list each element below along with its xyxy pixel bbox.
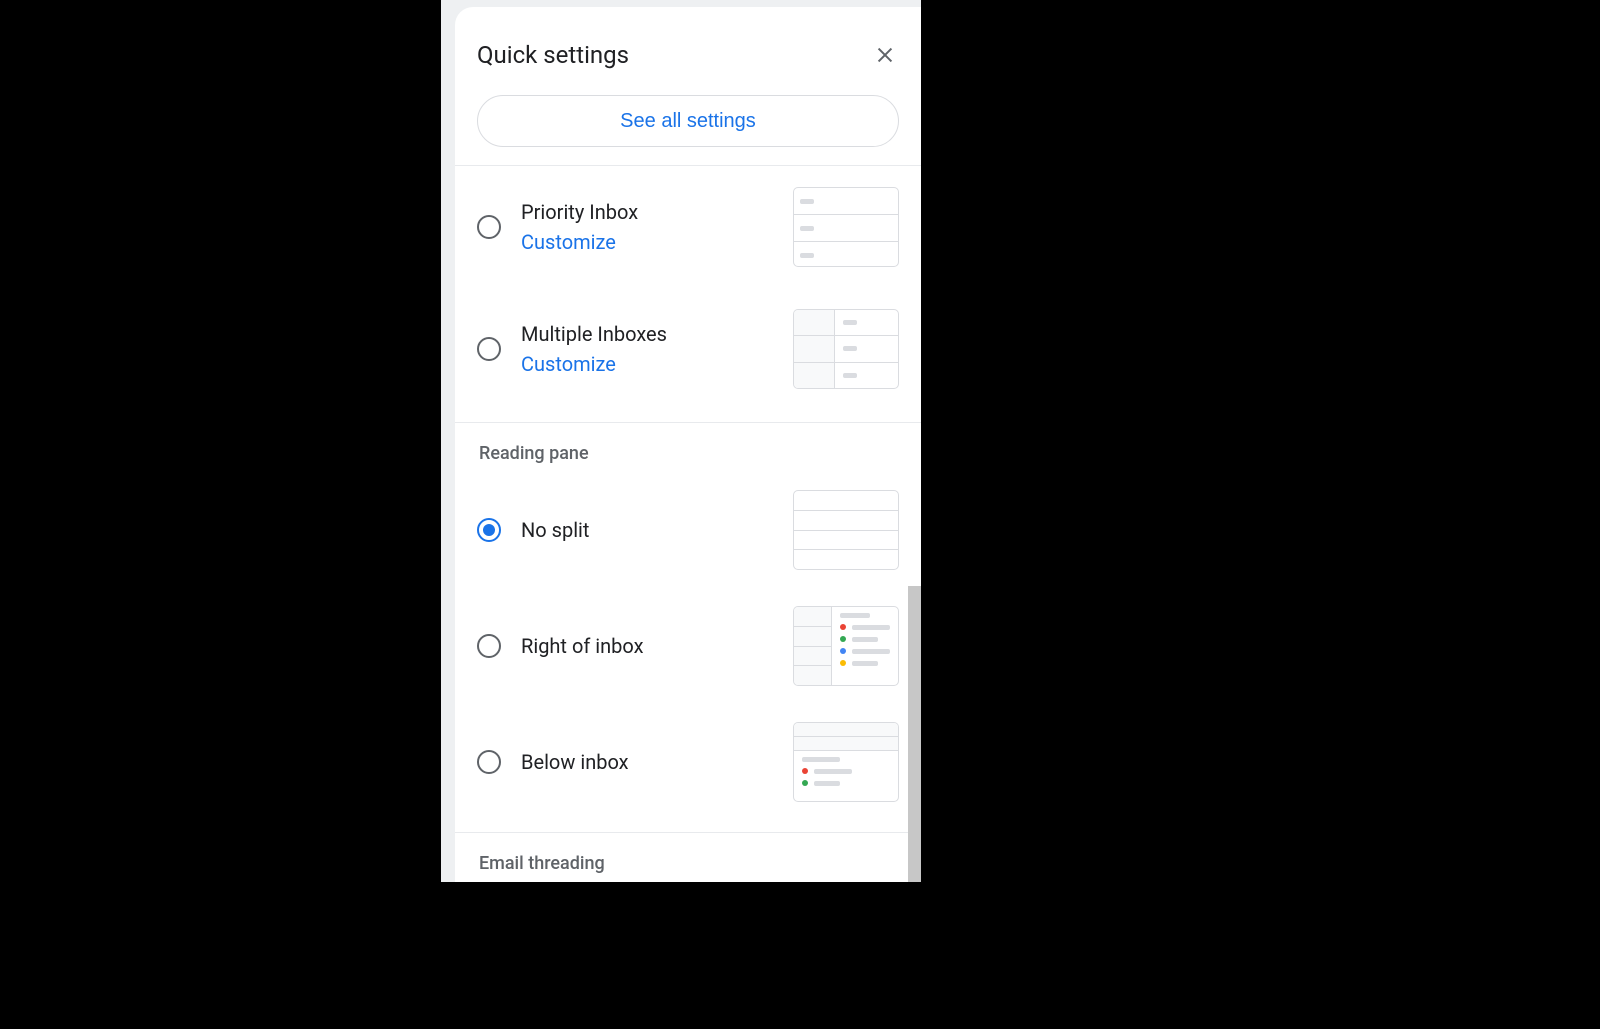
- option-label: Multiple Inboxes: [521, 322, 773, 346]
- reading-pane-option-right[interactable]: Right of inbox: [455, 588, 921, 704]
- radio-multiple-inboxes[interactable]: [477, 337, 501, 361]
- option-text: Below inbox: [521, 750, 773, 774]
- inbox-type-option-multiple[interactable]: Multiple Inboxes Customize: [455, 288, 921, 410]
- customize-link[interactable]: Customize: [521, 230, 773, 254]
- scrollbar-thumb[interactable]: [908, 586, 921, 882]
- customize-link[interactable]: Customize: [521, 352, 773, 376]
- quick-settings-sidepanel: Quick settings See all settings Priority…: [441, 0, 921, 882]
- thumb-priority-inbox: [793, 187, 899, 267]
- option-text: Priority Inbox Customize: [521, 200, 773, 254]
- panel-body: Quick settings See all settings Priority…: [455, 7, 921, 882]
- panel-header: Quick settings: [455, 7, 921, 81]
- see-all-wrap: See all settings: [455, 81, 921, 166]
- radio-below-inbox[interactable]: [477, 750, 501, 774]
- settings-scroll-body[interactable]: Priority Inbox Customize Multiple Inboxe…: [455, 166, 921, 882]
- email-threading-title: Email threading: [455, 845, 921, 882]
- see-all-settings-button[interactable]: See all settings: [477, 95, 899, 147]
- option-text: Right of inbox: [521, 634, 773, 658]
- radio-no-split[interactable]: [477, 518, 501, 542]
- divider: [455, 832, 921, 833]
- divider: [455, 422, 921, 423]
- radio-right-of-inbox[interactable]: [477, 634, 501, 658]
- panel-title: Quick settings: [477, 41, 629, 69]
- thumb-no-split: [793, 490, 899, 570]
- reading-pane-title: Reading pane: [455, 435, 921, 472]
- thumb-right-of-inbox: [793, 606, 899, 686]
- inbox-type-option-priority[interactable]: Priority Inbox Customize: [455, 166, 921, 288]
- thumb-multiple-inboxes: [793, 309, 899, 389]
- option-label: Below inbox: [521, 750, 773, 774]
- reading-pane-option-no-split[interactable]: No split: [455, 472, 921, 588]
- radio-priority-inbox[interactable]: [477, 215, 501, 239]
- option-text: No split: [521, 518, 773, 542]
- thumb-below-inbox: [793, 722, 899, 802]
- option-text: Multiple Inboxes Customize: [521, 322, 773, 376]
- option-label: Priority Inbox: [521, 200, 773, 224]
- close-icon[interactable]: [871, 41, 899, 69]
- reading-pane-option-below[interactable]: Below inbox: [455, 704, 921, 820]
- option-label: No split: [521, 518, 773, 542]
- option-label: Right of inbox: [521, 634, 773, 658]
